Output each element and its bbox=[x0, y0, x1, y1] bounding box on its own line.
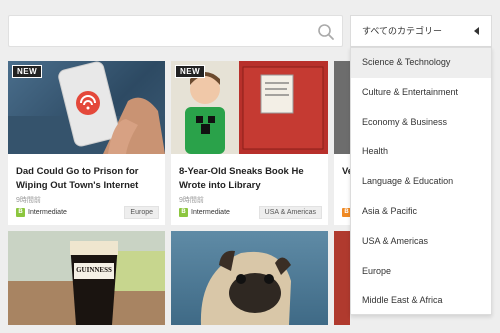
category-menu: Science & Technology Culture & Entertain… bbox=[350, 47, 492, 315]
category-select-value: すべてのカテゴリー bbox=[362, 26, 443, 36]
guinness-label: GUINNESS bbox=[76, 266, 112, 274]
menu-item-middle-east-africa[interactable]: Middle East & Africa bbox=[351, 286, 491, 316]
article-thumbnail: NEW bbox=[8, 61, 165, 154]
article-thumbnail bbox=[334, 61, 350, 154]
article-card[interactable]: NEW Dad Could Go to Prison for Wiping Ou… bbox=[8, 61, 165, 225]
article-card[interactable]: NEW 8-Year-Old Sneaks Book He Wrote into… bbox=[171, 61, 328, 225]
level-icon: B bbox=[179, 208, 188, 217]
new-badge: NEW bbox=[175, 65, 206, 78]
menu-item-europe[interactable]: Europe bbox=[351, 257, 491, 287]
level-icon: B bbox=[342, 208, 350, 217]
search-icon[interactable] bbox=[317, 23, 335, 41]
caret-left-icon bbox=[474, 27, 479, 35]
article-title[interactable]: Ve bbox=[342, 165, 350, 179]
menu-item-science-technology[interactable]: Science & Technology bbox=[351, 48, 491, 78]
article-thumbnail bbox=[334, 231, 350, 325]
level-icon: B bbox=[16, 208, 25, 217]
category-select[interactable]: すべてのカテゴリー bbox=[350, 15, 492, 47]
menu-item-language-education[interactable]: Language & Education bbox=[351, 167, 491, 197]
menu-item-usa-americas[interactable]: USA & Americas bbox=[351, 227, 491, 257]
region-tag[interactable]: Europe bbox=[124, 206, 159, 219]
menu-item-health[interactable]: Health bbox=[351, 137, 491, 167]
article-thumbnail: GUINNESS bbox=[8, 231, 165, 325]
article-thumbnail: NEW bbox=[171, 61, 328, 154]
article-card[interactable] bbox=[334, 231, 350, 325]
level-label: Intermediate bbox=[191, 209, 230, 216]
article-card[interactable]: Ve B bbox=[334, 61, 350, 225]
level-label: Intermediate bbox=[28, 209, 67, 216]
region-tag[interactable]: USA & Americas bbox=[258, 206, 322, 219]
article-thumbnail bbox=[171, 231, 328, 325]
menu-item-asia-pacific[interactable]: Asia & Pacific bbox=[351, 197, 491, 227]
article-title[interactable]: Dad Could Go to Prison for Wiping Out To… bbox=[16, 165, 159, 193]
article-card[interactable] bbox=[171, 231, 328, 325]
menu-item-economy-business[interactable]: Economy & Business bbox=[351, 108, 491, 138]
new-badge: NEW bbox=[12, 65, 43, 78]
menu-item-culture-entertainment[interactable]: Culture & Entertainment bbox=[351, 78, 491, 108]
article-card[interactable]: GUINNESS bbox=[8, 231, 165, 325]
article-time: 9時間前 bbox=[16, 197, 41, 204]
article-time: 9時間前 bbox=[179, 197, 204, 204]
search-input[interactable] bbox=[8, 15, 343, 47]
article-title[interactable]: 8-Year-Old Sneaks Book He Wrote into Lib… bbox=[179, 165, 322, 193]
